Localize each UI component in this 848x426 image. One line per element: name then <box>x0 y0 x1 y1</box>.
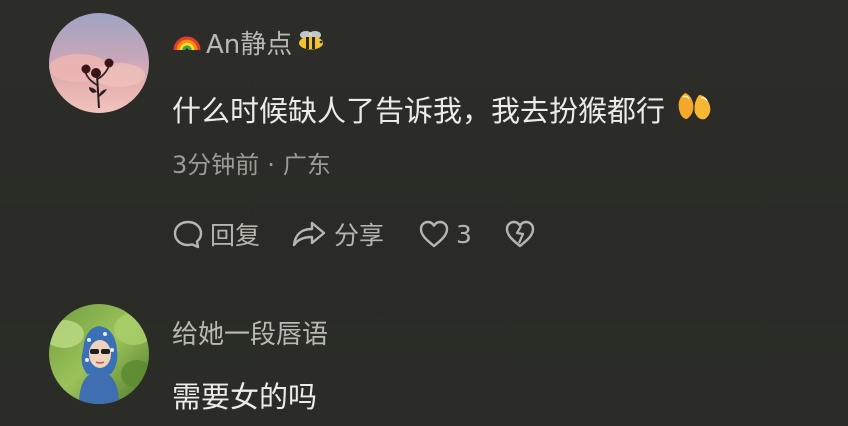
dislike-button[interactable] <box>504 219 536 249</box>
comment-time: 3分钟前 <box>172 151 260 179</box>
avatar[interactable] <box>49 13 149 113</box>
reply-icon <box>172 218 204 250</box>
share-button[interactable]: 分享 <box>290 216 384 252</box>
username-label: 给她一段唇语 <box>172 320 329 350</box>
comment-meta: 3分钟前 · 广东 <box>172 145 331 180</box>
share-icon <box>290 218 328 250</box>
like-button[interactable]: 3 <box>418 219 472 249</box>
reply-label: 回复 <box>210 221 261 250</box>
heart-icon <box>418 219 450 249</box>
like-count: 3 <box>456 219 472 249</box>
bee-icon <box>296 28 326 58</box>
share-label: 分享 <box>334 221 385 250</box>
username[interactable]: 给她一段唇语 <box>172 314 328 351</box>
comment-text-content: 需要女的吗 <box>172 380 318 414</box>
username-label: An静点 <box>206 30 293 60</box>
cheers-emoji-icon <box>675 89 715 130</box>
comment-text-content: 什么时候缺人了告诉我，我去扮猴都行 <box>172 94 666 128</box>
meta-separator: · <box>267 151 275 179</box>
reply-button[interactable]: 回复 <box>172 216 260 252</box>
comment-list: An静点 什么时候缺人了告诉我，我去扮猴都行 3分钟前 · 广东 回复 分享 3… <box>0 0 848 426</box>
avatar[interactable] <box>49 304 149 404</box>
username[interactable]: An静点 <box>172 24 326 61</box>
broken-heart-icon <box>504 219 536 249</box>
comment-text: 什么时候缺人了告诉我，我去扮猴都行 <box>172 88 715 130</box>
comment-location: 广东 <box>282 151 331 179</box>
comment-actions: 回复 分享 3 <box>172 216 536 252</box>
rainbow-icon <box>172 26 202 59</box>
comment-text: 需要女的吗 <box>172 374 317 416</box>
